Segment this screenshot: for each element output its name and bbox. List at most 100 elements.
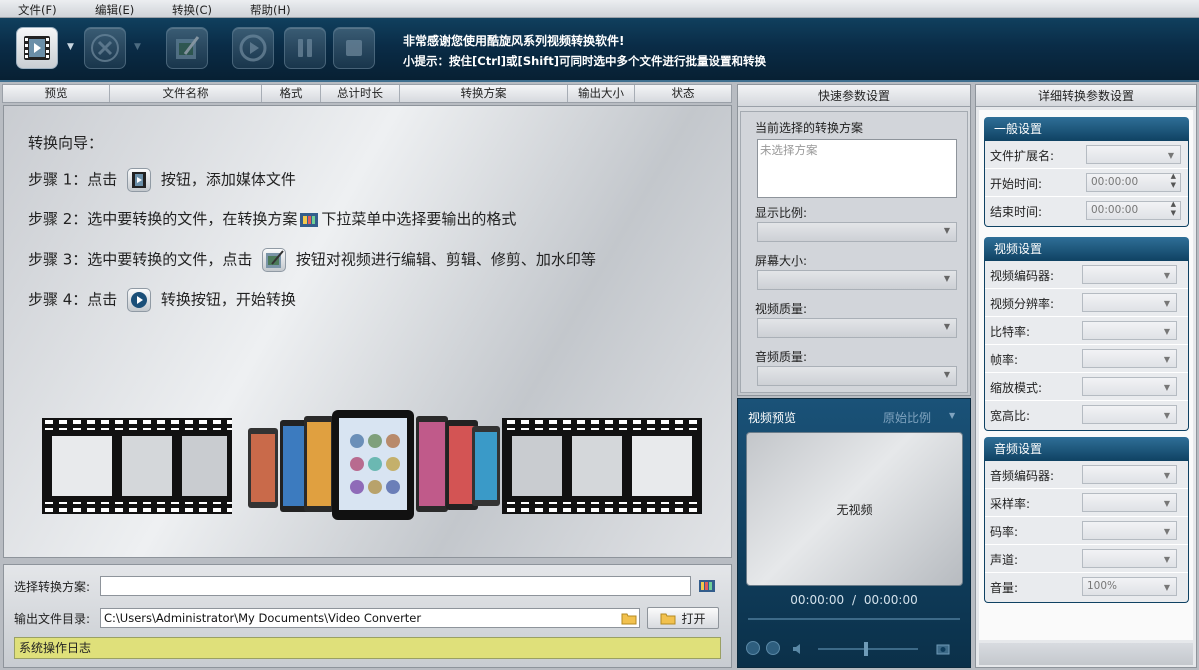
general-settings-heading[interactable]: 一般设置 [984, 117, 1189, 141]
audio-codec-row: 音频编码器: ▼ [985, 461, 1188, 489]
folder-icon [660, 613, 676, 625]
welcome-message: 非常感谢您使用酷旋风系列视频转换软件! [403, 34, 625, 48]
chevron-down-icon: ▼ [1163, 555, 1170, 564]
chevron-down-icon: ▼ [1167, 151, 1174, 160]
video-settings-group: 视频编码器: ▼ 视频分辨率: ▼ 比特率: ▼ 帧率: ▼ 缩放模式: ▼ 宽… [984, 261, 1189, 431]
video-settings-heading[interactable]: 视频设置 [984, 237, 1189, 261]
audio-settings-group: 音频编码器: ▼ 采样率: ▼ 码率: ▼ 声道: ▼ 音量: 100% ▼ [984, 461, 1189, 603]
audio-channels-select[interactable]: ▼ [1082, 549, 1177, 568]
menu-bar: 文件(F) 编辑(E) 转换(C) 帮助(H) [0, 0, 1199, 18]
stop-button[interactable] [333, 27, 375, 69]
spinner-arrows-icon[interactable]: ▲ ▼ [1171, 200, 1176, 218]
start-time-label: 开始时间: [990, 177, 1043, 191]
chevron-down-icon[interactable]: ▼ [949, 411, 955, 420]
audio-settings-heading[interactable]: 音频设置 [984, 437, 1189, 461]
end-time-row: 结束时间: 00:00:00 ▲ ▼ [985, 197, 1188, 225]
time-separator: / [851, 593, 857, 607]
audio-volume-label: 音量: [990, 581, 1019, 595]
stop-icon [346, 40, 362, 56]
audio-codec-select[interactable]: ▼ [1082, 465, 1177, 484]
volume-slider-handle[interactable] [864, 642, 868, 656]
audio-samplerate-select[interactable]: ▼ [1082, 493, 1177, 512]
video-aspect-row: 宽高比: ▼ [985, 401, 1188, 429]
screen-size-select[interactable]: ▼ [757, 270, 957, 290]
output-dir-input[interactable]: C:\Users\Administrator\My Documents\Vide… [100, 608, 640, 628]
menu-convert[interactable]: 转换(C) [172, 2, 212, 18]
add-media-button[interactable] [16, 27, 58, 69]
menu-file[interactable]: 文件(F) [18, 2, 57, 18]
video-screen: 无视频 [746, 432, 963, 586]
video-scale-select[interactable]: ▼ [1082, 377, 1177, 396]
video-resolution-select[interactable]: ▼ [1082, 293, 1177, 312]
video-bitrate-select[interactable]: ▼ [1082, 321, 1177, 340]
conversion-wizard[interactable]: 转换向导： 步骤 1：点击 按钮，添加媒体文件 步骤 2：选中要转换的文件，在转… [3, 105, 732, 558]
scheme-icon [300, 212, 319, 227]
current-scheme-box[interactable]: 未选择方案 [757, 139, 957, 198]
column-output-size[interactable]: 输出大小 [568, 85, 635, 102]
video-framerate-select[interactable]: ▼ [1082, 349, 1177, 368]
menu-help[interactable]: 帮助(H) [250, 2, 291, 18]
close-icon [91, 34, 119, 62]
playback-time: 00:00:00 / 00:00:00 [738, 593, 970, 607]
video-codec-select[interactable]: ▼ [1082, 265, 1177, 284]
edit-video-button[interactable] [166, 27, 208, 69]
audio-volume-select[interactable]: 100% ▼ [1082, 577, 1177, 596]
column-preview[interactable]: 预览 [3, 85, 110, 102]
detail-params-footer [979, 643, 1193, 665]
chevron-down-icon: ▼ [1163, 299, 1170, 308]
scheme-icon[interactable] [699, 579, 715, 593]
remove-button[interactable] [84, 27, 126, 69]
wizard-title: 转换向导： [28, 134, 104, 152]
preview-ratio-select[interactable]: 原始比例 [883, 409, 931, 426]
audio-channels-row: 声道: ▼ [985, 545, 1188, 573]
audio-quality-label: 音频质量: [755, 350, 808, 364]
play-icon[interactable] [746, 641, 760, 655]
detail-params-title: 详细转换参数设置 [976, 85, 1196, 107]
video-codec-label: 视频编码器: [990, 269, 1055, 283]
chevron-down-icon: ▼ [1163, 411, 1170, 420]
edit-icon [262, 248, 287, 272]
audio-bitrate-row: 码率: ▼ [985, 517, 1188, 545]
video-codec-row: 视频编码器: ▼ [985, 261, 1188, 289]
audio-bitrate-select[interactable]: ▼ [1082, 521, 1177, 540]
video-quality-select[interactable]: ▼ [757, 318, 957, 338]
detail-params-body: 一般设置 文件扩展名: ▼ 开始时间: 00:00:00 ▲ ▼ 结束时间: 00:… [979, 110, 1193, 640]
video-resolution-label: 视频分辨率: [990, 297, 1055, 311]
column-format[interactable]: 格式 [262, 85, 321, 102]
video-scale-label: 缩放模式: [990, 381, 1043, 395]
remove-dropdown-icon[interactable]: ▼ [134, 42, 141, 52]
chevron-down-icon: ▼ [943, 322, 950, 331]
video-aspect-select[interactable]: ▼ [1082, 405, 1177, 424]
volume-slider[interactable] [818, 648, 918, 650]
menu-edit[interactable]: 编辑(E) [95, 2, 134, 18]
scheme-select[interactable] [100, 576, 691, 596]
open-folder-label: 打开 [681, 611, 706, 626]
pause-button[interactable] [284, 27, 326, 69]
column-scheme[interactable]: 转换方案 [400, 85, 568, 102]
chevron-down-icon: ▼ [1163, 583, 1170, 592]
current-time: 00:00:00 [790, 593, 845, 607]
start-convert-button[interactable] [232, 27, 274, 69]
volume-icon[interactable] [792, 643, 804, 655]
seek-bar[interactable] [748, 618, 960, 620]
audio-samplerate-row: 采样率: ▼ [985, 489, 1188, 517]
snapshot-icon[interactable] [936, 643, 950, 655]
folder-icon[interactable] [621, 611, 637, 625]
start-time-input[interactable]: 00:00:00 ▲ ▼ [1086, 172, 1181, 192]
spinner-arrows-icon[interactable]: ▲ ▼ [1171, 172, 1176, 190]
scheme-label: 选择转换方案: [14, 580, 91, 594]
column-status[interactable]: 状态 [635, 85, 731, 102]
column-filename[interactable]: 文件名称 [110, 85, 262, 102]
film-icon [127, 168, 152, 192]
stop-icon[interactable] [766, 641, 780, 655]
audio-quality-select[interactable]: ▼ [757, 366, 957, 386]
add-media-dropdown-icon[interactable]: ▼ [67, 42, 74, 52]
chevron-down-icon: ▼ [1163, 355, 1170, 364]
system-log-bar[interactable]: 系统操作日志 [14, 637, 721, 659]
column-duration[interactable]: 总计时长 [321, 85, 400, 102]
open-folder-button[interactable]: 打开 [647, 607, 719, 629]
file-extension-select[interactable]: ▼ [1086, 145, 1181, 164]
video-preview-panel: 视频预览 原始比例 ▼ 无视频 00:00:00 / 00:00:00 [737, 398, 971, 668]
end-time-input[interactable]: 00:00:00 ▲ ▼ [1086, 200, 1181, 220]
aspect-ratio-select[interactable]: ▼ [757, 222, 957, 242]
